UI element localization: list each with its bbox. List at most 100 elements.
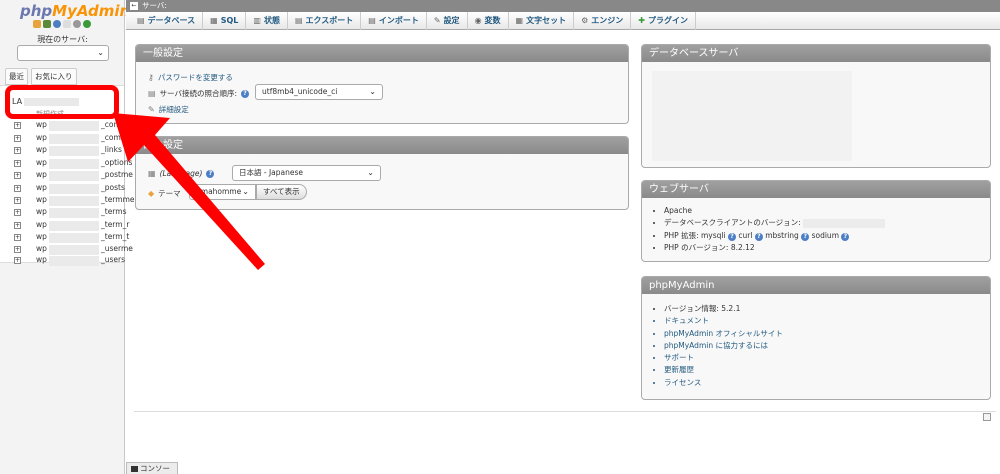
expand-icon[interactable]: + [14, 256, 21, 264]
annotation-highlight-box [5, 85, 119, 119]
table-row[interactable]: + wp _users [14, 255, 125, 267]
help-icon[interactable]: ? [754, 232, 763, 241]
tab-variables[interactable]: ◉ 変数 [468, 11, 509, 30]
panel-title: 一般設定 [136, 45, 628, 62]
console-toggle[interactable]: コンソール [126, 462, 178, 474]
server-select[interactable]: ⌄ [17, 45, 109, 61]
collation-select[interactable]: utf8mb4_unicode_ci ⌄ [255, 84, 383, 100]
tab-plugins[interactable]: ✚ プラグイン [631, 11, 696, 30]
list-item: データベースクライアントのバージョン: [664, 217, 886, 229]
current-server-label: 現在のサーバ: [37, 35, 88, 44]
table-row[interactable]: + wp _comm [14, 133, 128, 145]
import-icon: ▤ [368, 16, 376, 25]
changelog-link[interactable]: 更新履歴 [664, 364, 783, 376]
phpmyadmin-info-panel: phpMyAdmin バージョン情報: 5.2.1 ドキュメント phpMyAd… [641, 276, 991, 400]
table-row[interactable]: + wp _terms [14, 207, 126, 219]
collation-label: サーバ接続の照合順序: [159, 89, 238, 98]
show-all-themes-button[interactable]: すべて表示 [256, 184, 307, 200]
language-select[interactable]: 日本語 - Japanese ⌄ [232, 165, 381, 181]
expand-icon[interactable]: + [14, 134, 21, 142]
table-row[interactable]: + wp _termme [14, 195, 134, 207]
table-row[interactable]: + wp _postme [14, 170, 133, 182]
web-server-panel: ウェブサーバ Apache データベースクライアントのバージョン: PHP 拡張… [641, 180, 991, 262]
tab-export[interactable]: ▤ エクスポート [288, 11, 362, 30]
server-breadcrumb-bar: ← サーバ: [126, 0, 1000, 12]
expand-icon[interactable]: + [14, 196, 21, 204]
theme-row: ◆ テーマ [148, 188, 181, 199]
expand-icon[interactable]: + [14, 208, 21, 216]
divider [134, 411, 996, 412]
expand-icon[interactable]: + [14, 233, 21, 241]
chevron-down-icon: ⌄ [369, 87, 376, 96]
tab-recent[interactable]: 最近 [5, 68, 28, 85]
status-icon: ▥ [253, 16, 261, 25]
help-icon[interactable]: ? [241, 89, 250, 98]
theme-select[interactable]: pmahomme ⌄ [189, 184, 256, 200]
appearance-settings-panel: 観の設定 ▦ (Language)? 日本語 - Japanese ⌄ ◆ テーマ p… [135, 136, 629, 210]
settings-icon[interactable] [73, 20, 81, 28]
tab-settings[interactable]: ✎ 設定 [427, 11, 468, 30]
expand-icon[interactable]: + [14, 121, 21, 129]
list-item: PHP 拡張: mysqli ? curl ? mbstring ? sodiu… [664, 230, 885, 242]
table-row[interactable]: + wp _links [14, 145, 124, 157]
server-breadcrumb[interactable]: サーバ: [142, 1, 167, 10]
list-item: Apache [664, 205, 885, 217]
help-icon[interactable]: ? [727, 232, 736, 241]
expand-icon[interactable]: + [14, 171, 21, 179]
language-icon: ▦ [148, 169, 156, 178]
table-row[interactable]: + wp _term_r [14, 220, 129, 232]
export-icon: ▤ [294, 16, 303, 25]
table-row[interactable]: + wp _posts [14, 183, 125, 195]
console-icon [131, 466, 138, 472]
support-link[interactable]: サポート [664, 352, 783, 364]
tab-engines[interactable]: ⚙ エンジン [574, 11, 632, 30]
collapse-nav-icon[interactable]: ← [130, 2, 138, 10]
reload-icon[interactable] [83, 20, 91, 28]
help-icon[interactable]: ? [801, 232, 810, 241]
help-icon[interactable]: ? [841, 232, 850, 241]
engine-icon: ⚙ [581, 16, 589, 25]
list-icon: ▤ [148, 89, 156, 98]
version-info: バージョン情報: 5.2.1 [664, 303, 783, 315]
chevron-down-icon: ⌄ [97, 48, 104, 57]
collation-row: ▤ サーバ接続の照合順序:? [148, 88, 250, 99]
expand-icon[interactable]: + [14, 146, 21, 154]
official-site-link[interactable]: phpMyAdmin オフィシャルサイト [664, 328, 783, 340]
chevron-down-icon: ⌄ [367, 168, 374, 177]
documentation-link[interactable]: ドキュメント [664, 315, 783, 327]
sql-icon: ▦ [210, 16, 218, 25]
panel-title: phpMyAdmin [642, 277, 990, 294]
table-row[interactable]: + wp _term_t [14, 232, 129, 244]
phpmyadmin-logo[interactable]: phpMyAdmin [20, 2, 130, 20]
tab-import[interactable]: ▤ インポート [361, 11, 427, 30]
logout-icon[interactable] [43, 20, 51, 28]
home-icon[interactable] [33, 20, 41, 28]
tab-sql[interactable]: ▦ SQL [203, 11, 247, 30]
table-row[interactable]: + wp _options [14, 158, 132, 170]
expand-icon[interactable]: + [14, 245, 21, 253]
more-settings-link[interactable]: 詳細設定 [159, 104, 189, 115]
more-settings-row: ✎ 詳細設定 [148, 104, 189, 115]
tab-favorites[interactable]: お気に入り [31, 68, 77, 85]
license-link[interactable]: ライセンス [664, 377, 783, 389]
theme-icon: ◆ [148, 189, 155, 198]
help-icon[interactable]: ? [206, 169, 215, 178]
language-row: ▦ (Language)? [148, 169, 215, 178]
expand-icon[interactable]: + [14, 221, 21, 229]
change-password-link[interactable]: パスワードを変更する [158, 72, 233, 83]
plugin-icon: ✚ [638, 16, 645, 25]
tab-status[interactable]: ▥ 状態 [246, 11, 288, 30]
page-settings-icon[interactable] [983, 413, 991, 421]
contribute-link[interactable]: phpMyAdmin に協力するには [664, 340, 783, 352]
tab-databases[interactable]: ▤ データベース [130, 11, 204, 30]
variables-icon: ◉ [474, 16, 482, 25]
table-row[interactable]: + wp _comm [14, 120, 128, 132]
tab-charsets[interactable]: ▦ 文字セット [509, 11, 575, 30]
expand-icon[interactable]: + [14, 184, 21, 192]
docs-icon[interactable] [63, 20, 71, 28]
expand-icon[interactable]: + [14, 159, 21, 167]
general-settings-panel: 一般設定 ⚷ パスワードを変更する ▤ サーバ接続の照合順序:? utf8mb4_u… [135, 44, 629, 124]
database-icon: ▤ [137, 16, 145, 25]
help-icon[interactable] [53, 20, 61, 28]
navigation-panel: phpMyAdmin 現在のサーバ: ⌄ 最近 お気に入り LA 新規作成 + w… [0, 0, 134, 474]
